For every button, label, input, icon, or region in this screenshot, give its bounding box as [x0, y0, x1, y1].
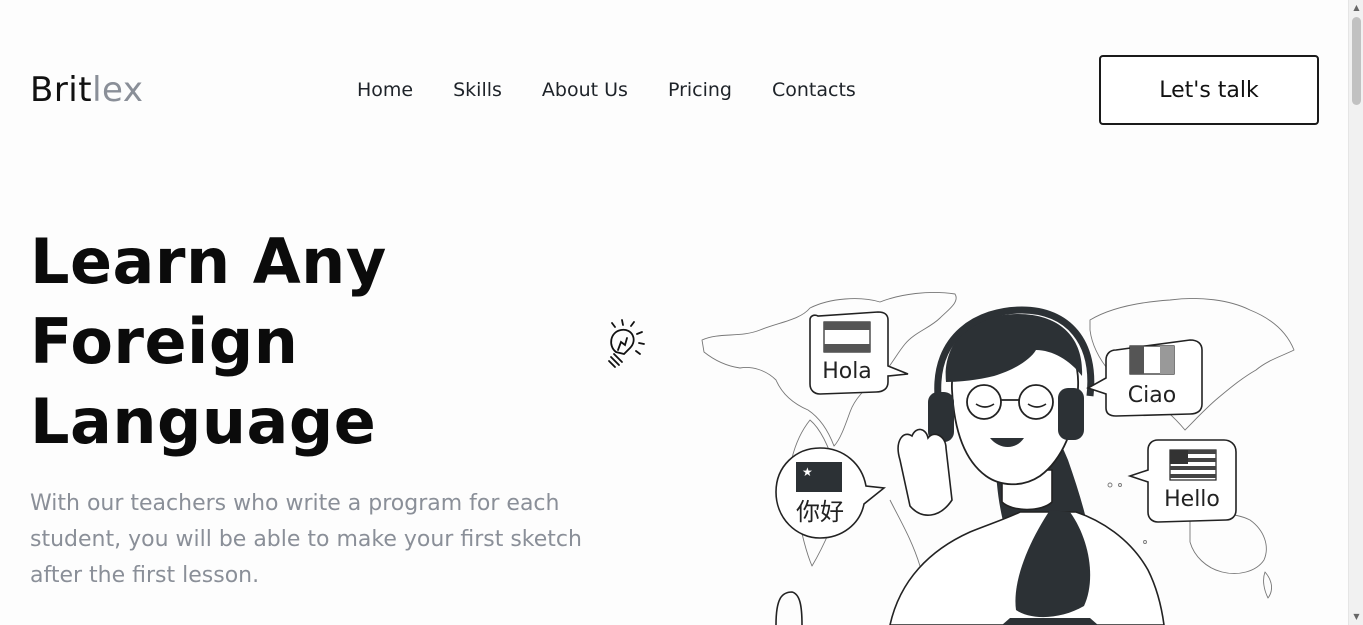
svg-text:★: ★ — [802, 465, 813, 479]
hello-text: Hello — [1164, 487, 1220, 512]
hello-speech-bubble: Hello — [1127, 439, 1237, 523]
ciao-text: Ciao — [1128, 383, 1176, 408]
hola-text: Hola — [822, 359, 872, 384]
nav-skills-link[interactable]: Skills — [453, 76, 502, 104]
nav-about-link[interactable]: About Us — [542, 76, 628, 104]
scroll-down-arrow-icon[interactable]: ▼ — [1352, 612, 1361, 622]
main-nav: Home Skills About Us Pricing Contacts — [357, 76, 856, 104]
scroll-up-arrow-icon[interactable]: ▲ — [1352, 3, 1361, 13]
hero-title: Learn Any Foreign Language — [30, 222, 490, 462]
ciao-speech-bubble: Ciao — [1086, 339, 1203, 417]
hola-speech-bubble: Hola — [809, 311, 909, 395]
hero-title-line3: Language — [30, 385, 377, 458]
nav-pricing-link[interactable]: Pricing — [668, 76, 732, 104]
hero-title-line1: Learn Any — [30, 225, 387, 298]
hero-title-line2: Foreign — [30, 305, 299, 378]
hero-subtitle: With our teachers who write a program fo… — [30, 491, 582, 588]
italy-flag-icon — [1129, 345, 1175, 375]
brand-logo-part2: lex — [92, 70, 144, 110]
usa-flag-icon — [1169, 449, 1217, 481]
nav-contacts-link[interactable]: Contacts — [772, 76, 856, 104]
nav-home-link[interactable]: Home — [357, 76, 413, 104]
nihao-text: 你好 — [796, 498, 844, 526]
chinese-speech-bubble: ★ 你好 — [775, 447, 887, 539]
lets-talk-button[interactable]: Let's talk — [1099, 55, 1319, 125]
vertical-scrollbar[interactable]: ▲ ▼ — [1348, 0, 1363, 625]
brand-logo-part1: Brit — [30, 70, 93, 110]
spain-flag-icon — [823, 321, 871, 353]
landing-page: Britlex Home Skills About Us Pricing Con… — [0, 0, 1348, 625]
hero-illustration: Hola Ciao ★ 你好 Hello — [701, 292, 1295, 625]
lightbulb-icon — [608, 319, 645, 368]
scrollbar-thumb[interactable] — [1352, 17, 1361, 105]
brand-logo[interactable]: Britlex — [30, 70, 143, 110]
china-flag-icon: ★ — [796, 462, 842, 492]
